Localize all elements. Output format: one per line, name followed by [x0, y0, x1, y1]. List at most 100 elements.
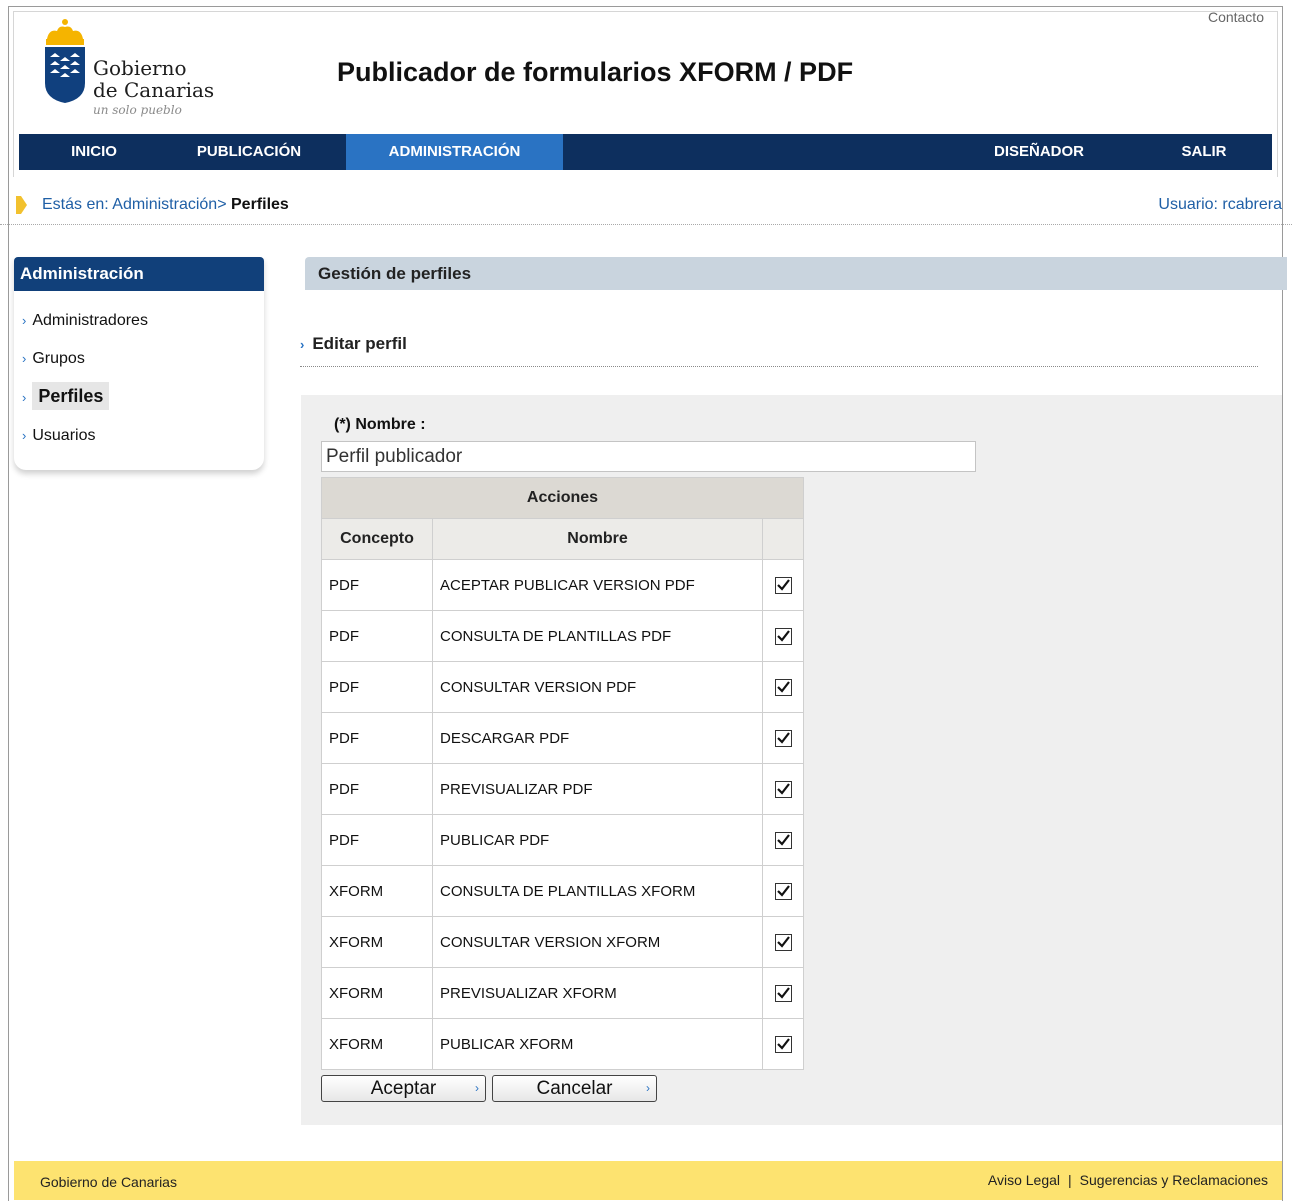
cell-check: [762, 661, 804, 713]
table-row: PDF ACEPTAR PUBLICAR VERSION PDF: [321, 559, 804, 611]
action-checkbox[interactable]: [774, 576, 792, 594]
sidebar-item-label: Usuarios: [32, 427, 96, 444]
contact-link[interactable]: Contacto: [1208, 9, 1264, 25]
action-checkbox[interactable]: [774, 831, 792, 849]
breadcrumb-text: Estás en: Administración> Perfiles: [42, 196, 289, 214]
breadcrumb-arrow-icon: [16, 196, 27, 214]
checkmark-icon: [776, 732, 790, 744]
cell-concepto: PDF: [321, 661, 433, 713]
table-row: XFORM PREVISUALIZAR XFORM: [321, 967, 804, 1019]
table-body: PDF ACEPTAR PUBLICAR VERSION PDF PDF CONSUL…: [321, 559, 804, 1070]
checkmark-icon: [776, 579, 790, 591]
cell-concepto: XFORM: [321, 916, 433, 968]
table-row: PDF DESCARGAR PDF: [321, 712, 804, 764]
sidebar-title: Administración: [14, 257, 264, 291]
cell-nombre: CONSULTA DE PLANTILLAS PDF: [432, 610, 763, 662]
checkmark-icon: [776, 885, 790, 897]
breadcrumb: Estás en: Administración> Perfiles Usuar…: [0, 186, 1292, 225]
footer-link-sugerencias[interactable]: Sugerencias y Reclamaciones: [1080, 1172, 1268, 1188]
action-checkbox[interactable]: [774, 933, 792, 951]
checkmark-icon: [776, 834, 790, 846]
cell-check: [762, 763, 804, 815]
nav-administracion[interactable]: ADMINISTRACIÓN: [346, 134, 563, 170]
name-label: (*) Nombre :: [334, 416, 426, 433]
cell-nombre: ACEPTAR PUBLICAR VERSION PDF: [432, 559, 763, 611]
cell-check: [762, 814, 804, 866]
user-link[interactable]: Usuario: rcabrera: [1158, 196, 1282, 214]
column-header-nombre: Nombre: [432, 518, 763, 560]
cell-concepto: XFORM: [321, 865, 433, 917]
cell-nombre: CONSULTAR VERSION XFORM: [432, 916, 763, 968]
action-checkbox[interactable]: [774, 984, 792, 1002]
action-checkbox[interactable]: [774, 678, 792, 696]
cell-nombre: PUBLICAR XFORM: [432, 1018, 763, 1070]
chevron-right-icon: ›: [300, 337, 305, 352]
cell-nombre: CONSULTA DE PLANTILLAS XFORM: [432, 865, 763, 917]
name-input[interactable]: [321, 441, 976, 472]
cell-check: [762, 916, 804, 968]
action-checkbox[interactable]: [774, 627, 792, 645]
nav-publicacion[interactable]: PUBLICACIÓN: [179, 134, 319, 170]
chevron-right-icon: ›: [22, 390, 27, 405]
sidebar-item-usuarios[interactable]: › Usuarios: [22, 420, 95, 452]
content-header: Gestión de perfiles: [305, 257, 1287, 290]
nav-disenador[interactable]: DISEÑADOR: [979, 134, 1099, 170]
nav-salir[interactable]: SALIR: [1159, 134, 1249, 170]
column-header-concepto: Concepto: [321, 518, 433, 560]
footer-link-aviso-legal[interactable]: Aviso Legal: [988, 1172, 1060, 1188]
site-header: Gobierno de Canarias un solo pueblo Publ…: [9, 7, 1282, 177]
sidebar-item-perfiles[interactable]: › Perfiles: [22, 380, 110, 412]
action-checkbox[interactable]: [774, 1035, 792, 1053]
cell-concepto: PDF: [321, 814, 433, 866]
cell-nombre: PUBLICAR PDF: [432, 814, 763, 866]
breadcrumb-prefix: Estás en:: [42, 196, 109, 213]
action-checkbox[interactable]: [774, 780, 792, 798]
sidebar-item-label: Perfiles: [32, 382, 110, 410]
section-subtitle-label: Editar perfil: [312, 334, 407, 353]
checkmark-icon: [776, 987, 790, 999]
actions-table: Acciones Concepto Nombre PDF ACEPTAR PUBL…: [321, 477, 804, 1070]
site-footer: Gobierno de Canarias Aviso Legal | Sugeren…: [14, 1161, 1282, 1200]
logo-name-line1: Gobierno: [93, 56, 187, 80]
accept-button-label: Aceptar: [370, 1078, 437, 1099]
section-subtitle: › Editar perfil: [300, 334, 1258, 367]
cell-concepto: PDF: [321, 559, 433, 611]
table-row: PDF CONSULTA DE PLANTILLAS PDF: [321, 610, 804, 662]
footer-org: Gobierno de Canarias: [40, 1174, 177, 1190]
footer-links: Aviso Legal | Sugerencias y Reclamaciones: [988, 1172, 1268, 1188]
chevron-right-icon: ›: [22, 428, 27, 443]
cell-concepto: PDF: [321, 712, 433, 764]
sidebar-item-administradores[interactable]: › Administradores: [22, 305, 148, 337]
table-row: PDF PREVISUALIZAR PDF: [321, 763, 804, 815]
table-row: XFORM PUBLICAR XFORM: [321, 1018, 804, 1070]
cell-check: [762, 610, 804, 662]
breadcrumb-current: Perfiles: [231, 196, 289, 213]
cell-check: [762, 1018, 804, 1070]
cell-concepto: PDF: [321, 763, 433, 815]
cancel-button[interactable]: Cancelar ›: [492, 1075, 657, 1102]
cell-nombre: PREVISUALIZAR XFORM: [432, 967, 763, 1019]
checkmark-icon: [776, 783, 790, 795]
action-checkbox[interactable]: [774, 882, 792, 900]
cell-check: [762, 865, 804, 917]
table-row: XFORM CONSULTAR VERSION XFORM: [321, 916, 804, 968]
checkmark-icon: [776, 936, 790, 948]
chevron-right-icon: ›: [22, 351, 27, 366]
cell-concepto: XFORM: [321, 967, 433, 1019]
chevron-right-icon: ›: [22, 313, 27, 328]
site-title: Publicador de formularios XFORM / PDF: [337, 57, 854, 87]
table-row: XFORM CONSULTA DE PLANTILLAS XFORM: [321, 865, 804, 917]
sidebar-item-label: Grupos: [32, 350, 85, 367]
sidebar-item-grupos[interactable]: › Grupos: [22, 343, 85, 375]
accept-button[interactable]: Aceptar ›: [321, 1075, 486, 1102]
cell-nombre: DESCARGAR PDF: [432, 712, 763, 764]
gobierno-canarias-logo[interactable]: Gobierno de Canarias un solo pueblo: [41, 17, 241, 117]
cell-nombre: CONSULTAR VERSION PDF: [432, 661, 763, 713]
checkmark-icon: [776, 630, 790, 642]
breadcrumb-link-administracion[interactable]: Administración>: [112, 196, 226, 213]
sidebar: Administración › Administradores › Grupos …: [14, 257, 264, 470]
sidebar-item-label: Administradores: [32, 312, 148, 329]
nav-inicio[interactable]: INICIO: [39, 134, 149, 170]
action-checkbox[interactable]: [774, 729, 792, 747]
logo-tagline: un solo pueblo: [93, 103, 182, 117]
